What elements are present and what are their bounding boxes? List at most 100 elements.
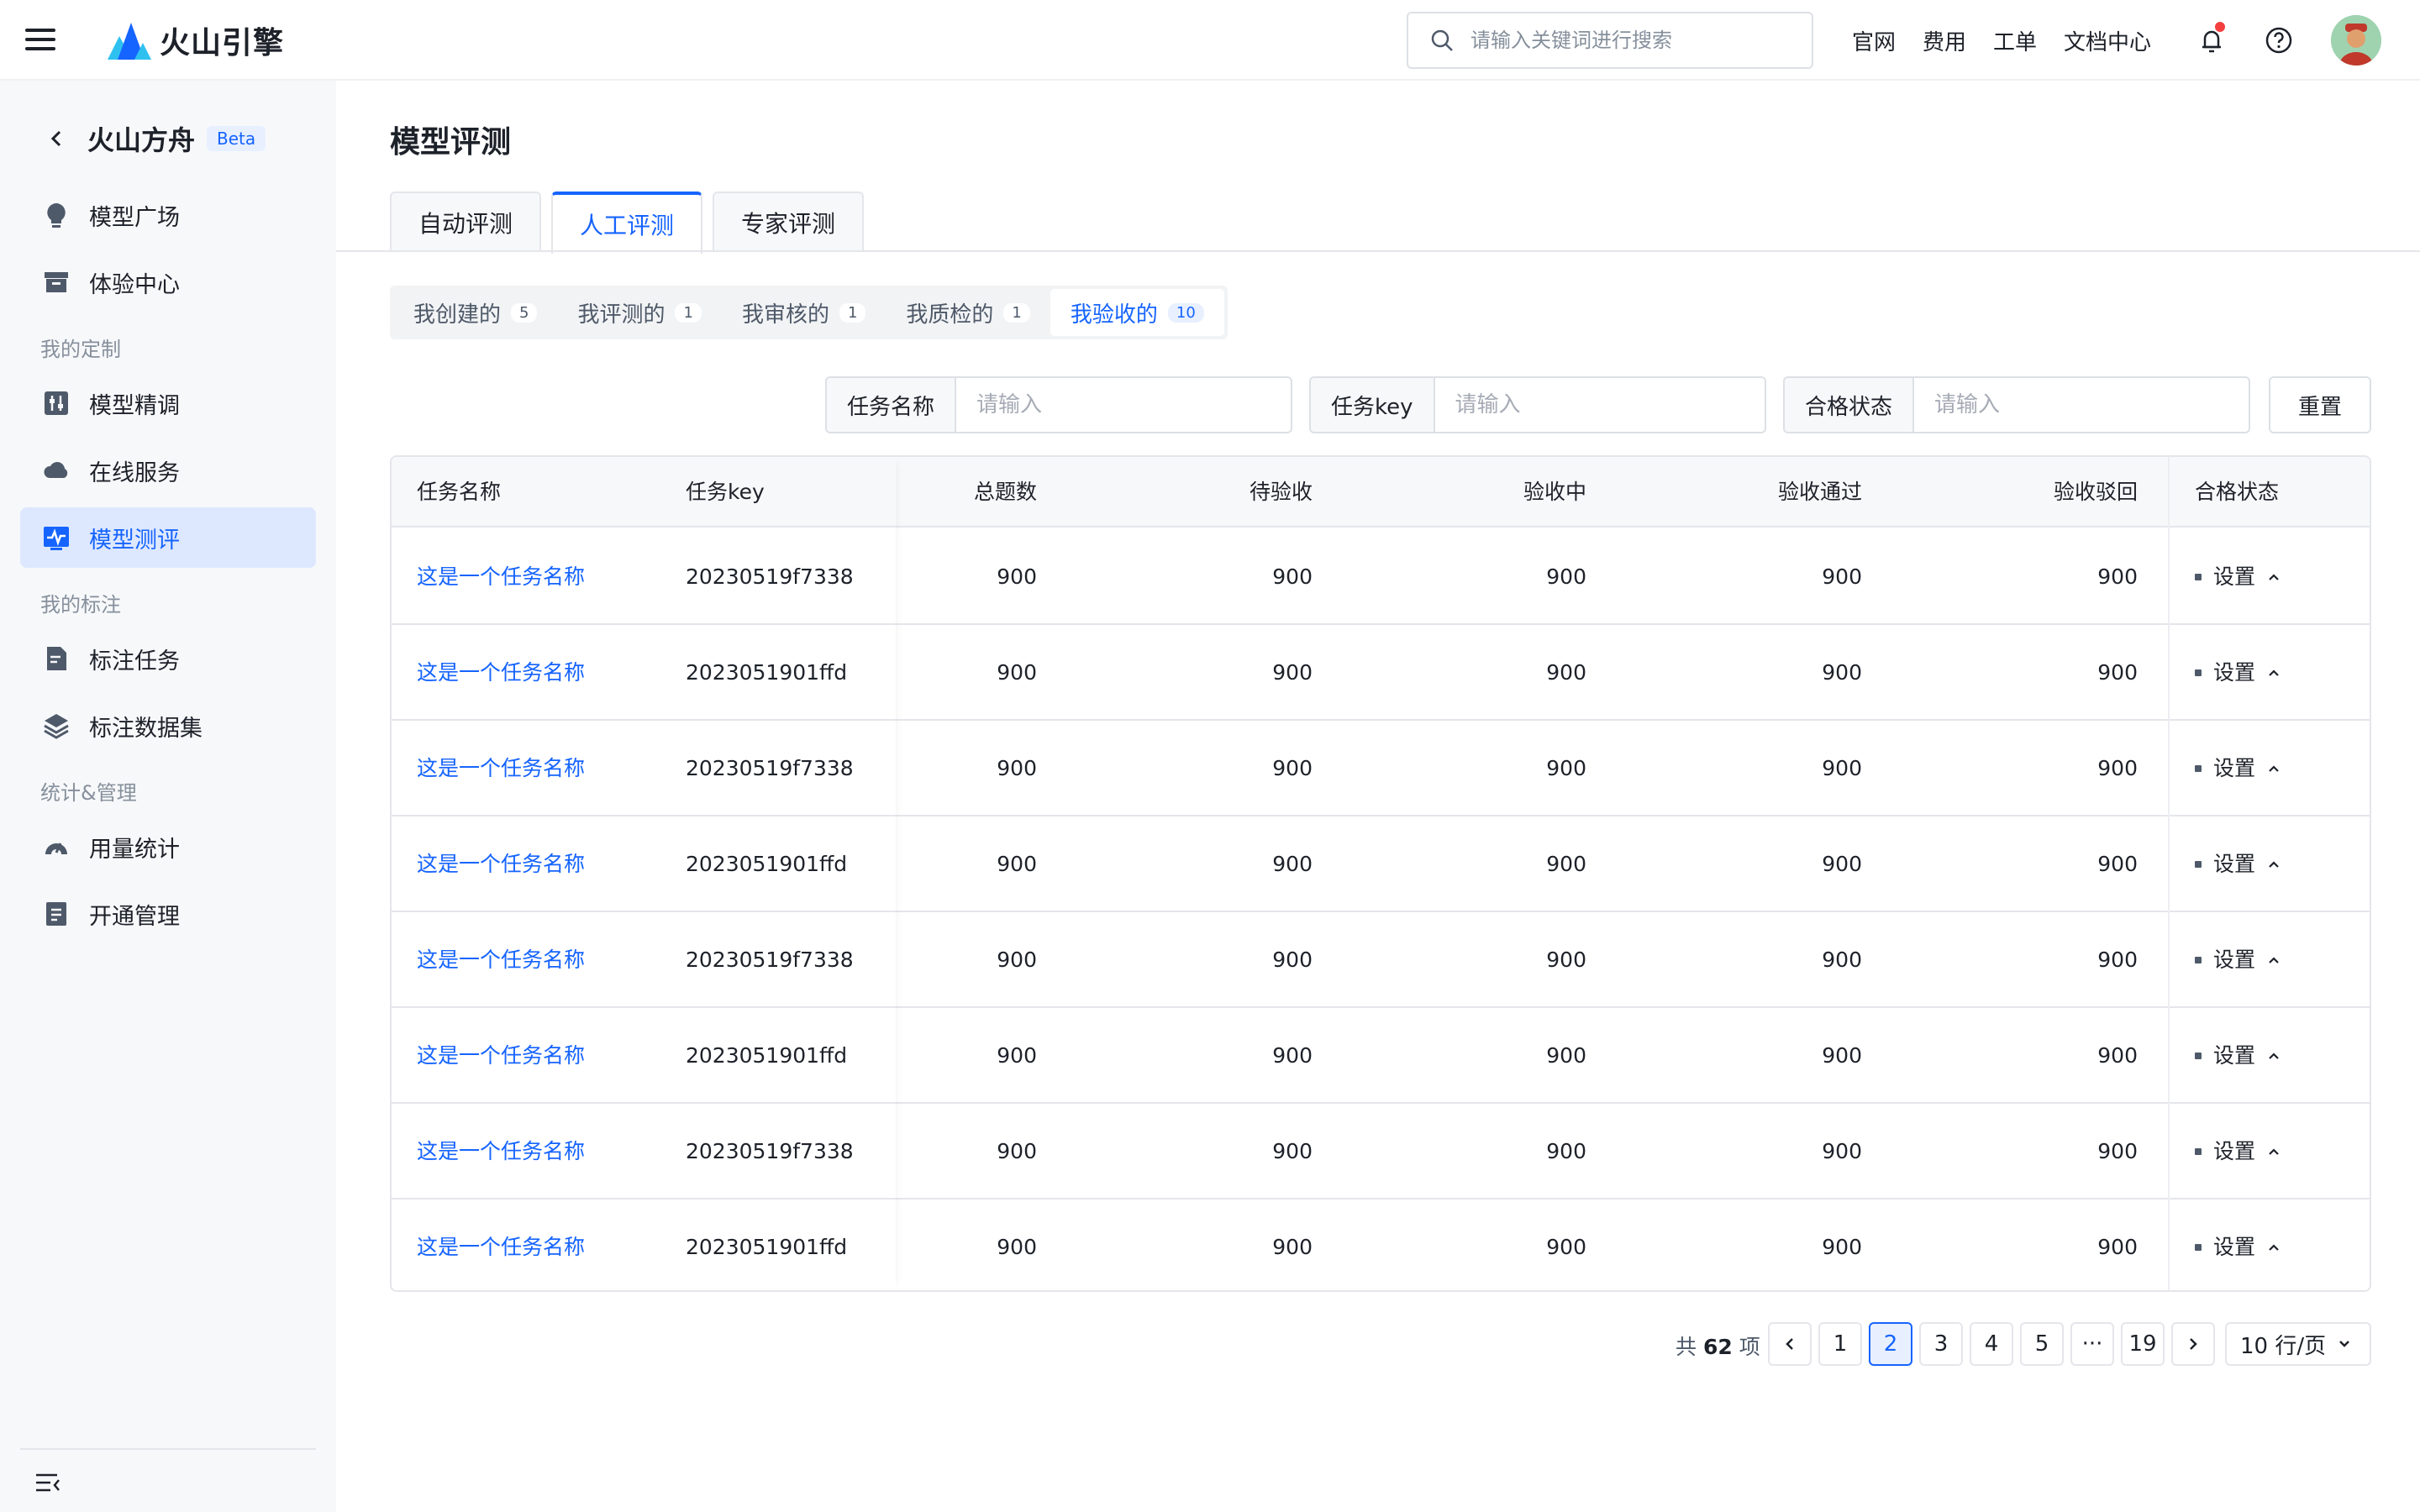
group-label-custom: 我的定制 [40, 338, 121, 361]
segment-count: 1 [1003, 302, 1030, 323]
tab-expert-eval[interactable]: 专家评测 [713, 192, 865, 252]
table-row: 这是一个任务名称 2023051901ffd 900 900 900 900 900 设置 [392, 625, 2370, 721]
tab-human-eval[interactable]: 人工评测 [551, 192, 703, 254]
segment-accepted[interactable]: 我验收的 10 [1050, 289, 1224, 336]
sidebar-item-model-eval[interactable]: 模型测评 [20, 507, 316, 568]
total-count: 共 62 项 [1676, 1331, 1760, 1361]
status-dot-icon [2195, 861, 2202, 868]
prev-page-button[interactable] [1768, 1322, 1812, 1366]
filter-task-key: 任务key [1309, 376, 1766, 433]
top-nav: 官网 费用 工单 文档中心 [1852, 25, 2151, 56]
table-row: 这是一个任务名称 20230519f7338 900 900 900 900 900 设置 [392, 912, 2370, 1008]
reset-button[interactable]: 重置 [2269, 376, 2371, 433]
page-2[interactable]: 2 [1869, 1322, 1912, 1366]
group-label-stats: 统计&管理 [40, 781, 137, 805]
sidebar-item-experience-center[interactable]: 体验中心 [20, 252, 316, 312]
cell-pending: 900 [1272, 1139, 1313, 1163]
cell-task-name[interactable]: 这是一个任务名称 [417, 1200, 585, 1290]
cell-status-setting[interactable]: 设置 [2195, 1200, 2282, 1290]
cell-task-name[interactable]: 这是一个任务名称 [417, 625, 585, 721]
cell-total: 900 [997, 660, 1037, 685]
cell-pending: 900 [1272, 1043, 1313, 1068]
task-name-input[interactable] [956, 378, 1291, 432]
cell-rejected: 900 [2097, 1235, 2138, 1259]
notification-dot [2215, 22, 2225, 32]
tune-icon [45, 391, 68, 415]
sidebar-item-label: 模型测评 [89, 527, 180, 554]
cell-rejected: 900 [2097, 756, 2138, 780]
cell-status-setting[interactable]: 设置 [2195, 529, 2282, 625]
page-3[interactable]: 3 [1919, 1322, 1963, 1366]
task-key-input[interactable] [1434, 378, 1765, 432]
global-search[interactable] [1407, 12, 1813, 69]
nav-billing[interactable]: 费用 [1923, 25, 1966, 56]
nav-official-site[interactable]: 官网 [1852, 25, 1896, 56]
table-header: 任务名称 任务key 总题数 待验收 验收中 验收通过 验收驳回 合格状态 [392, 457, 2370, 528]
box-icon [45, 272, 68, 292]
next-page-button[interactable] [2171, 1322, 2215, 1366]
cell-task-key: 2023051901ffd [686, 660, 848, 685]
cell-status-setting[interactable]: 设置 [2195, 1104, 2282, 1200]
page-4[interactable]: 4 [1970, 1322, 2013, 1366]
table-row: 这是一个任务名称 20230519f7338 900 900 900 900 900 设置 [392, 721, 2370, 816]
segment-reviewed[interactable]: 我审核的 1 [722, 289, 886, 336]
table-row: 这是一个任务名称 20230519f7338 900 900 900 900 900 设置 [392, 529, 2370, 625]
cell-in-progress: 900 [1546, 948, 1586, 972]
collapse-sidebar-icon[interactable] [34, 1468, 62, 1497]
status-dot-icon [2195, 765, 2202, 772]
segment-created[interactable]: 我创建的 5 [393, 289, 557, 336]
sidebar-item-fine-tune[interactable]: 模型精调 [20, 373, 316, 433]
logo[interactable]: 火山引擎 [106, 15, 284, 66]
volcano-logo-icon [108, 23, 151, 60]
pass-status-input[interactable] [1914, 378, 2249, 432]
cell-passed: 900 [1822, 948, 1862, 972]
sidebar-item-activation[interactable]: 开通管理 [20, 884, 316, 944]
cell-passed: 900 [1822, 1139, 1862, 1163]
page-1[interactable]: 1 [1818, 1322, 1862, 1366]
cell-status-setting[interactable]: 设置 [2195, 816, 2282, 912]
sidebar-item-annotation-task[interactable]: 标注任务 [20, 628, 316, 689]
page-5[interactable]: 5 [2020, 1322, 2064, 1366]
status-setting-label: 设置 [2213, 1235, 2256, 1259]
cell-task-name[interactable]: 这是一个任务名称 [417, 1104, 585, 1200]
segment-qc[interactable]: 我质检的 1 [886, 289, 1050, 336]
col-task-name: 任务名称 [417, 480, 502, 504]
cell-status-setting[interactable]: 设置 [2195, 721, 2282, 816]
page-ellipsis[interactable]: ··· [2070, 1322, 2114, 1366]
cell-status-setting[interactable]: 设置 [2195, 1008, 2282, 1104]
cell-task-name[interactable]: 这是一个任务名称 [417, 912, 585, 1008]
nav-docs[interactable]: 文档中心 [2064, 25, 2151, 56]
total-number: 62 [1702, 1335, 1733, 1359]
page-19[interactable]: 19 [2121, 1322, 2165, 1366]
menu-icon[interactable] [25, 25, 55, 55]
cell-task-name[interactable]: 这是一个任务名称 [417, 529, 585, 625]
col-total: 总题数 [973, 480, 1037, 504]
cell-passed: 900 [1822, 756, 1862, 780]
sidebar-item-label: 标注任务 [89, 648, 180, 675]
status-dot-icon [2195, 1148, 2202, 1155]
notification-bell[interactable] [2195, 22, 2228, 57]
segment-evaluated[interactable]: 我评测的 1 [557, 289, 721, 336]
search-input[interactable] [1470, 29, 1790, 52]
cell-task-name[interactable]: 这是一个任务名称 [417, 1008, 585, 1104]
cell-pending: 900 [1272, 756, 1313, 780]
nav-tickets[interactable]: 工单 [1993, 25, 2037, 56]
sidebar-item-annotation-dataset[interactable]: 标注数据集 [20, 696, 316, 756]
cell-status-setting[interactable]: 设置 [2195, 912, 2282, 1008]
cell-task-name[interactable]: 这是一个任务名称 [417, 816, 585, 912]
sidebar-item-model-square[interactable]: 模型广场 [20, 185, 316, 245]
help-button[interactable] [2262, 24, 2296, 57]
status-setting-label: 设置 [2213, 1043, 2256, 1068]
cell-status-setting[interactable]: 设置 [2195, 625, 2282, 721]
cell-task-name[interactable]: 这是一个任务名称 [417, 721, 585, 816]
cell-total: 900 [997, 948, 1037, 972]
sidebar-item-usage-stats[interactable]: 用量统计 [20, 816, 316, 877]
tab-auto-eval[interactable]: 自动评测 [390, 192, 542, 252]
status-dot-icon [2195, 1244, 2202, 1251]
sidebar-item-online-service[interactable]: 在线服务 [20, 440, 316, 501]
cell-task-key: 2023051901ffd [686, 1235, 848, 1259]
page-size-select[interactable]: 10 行/页 [2225, 1322, 2371, 1366]
sidebar-back[interactable]: 火山方舟 Beta [44, 119, 266, 158]
avatar[interactable] [2331, 15, 2381, 66]
cell-total: 900 [997, 564, 1037, 589]
